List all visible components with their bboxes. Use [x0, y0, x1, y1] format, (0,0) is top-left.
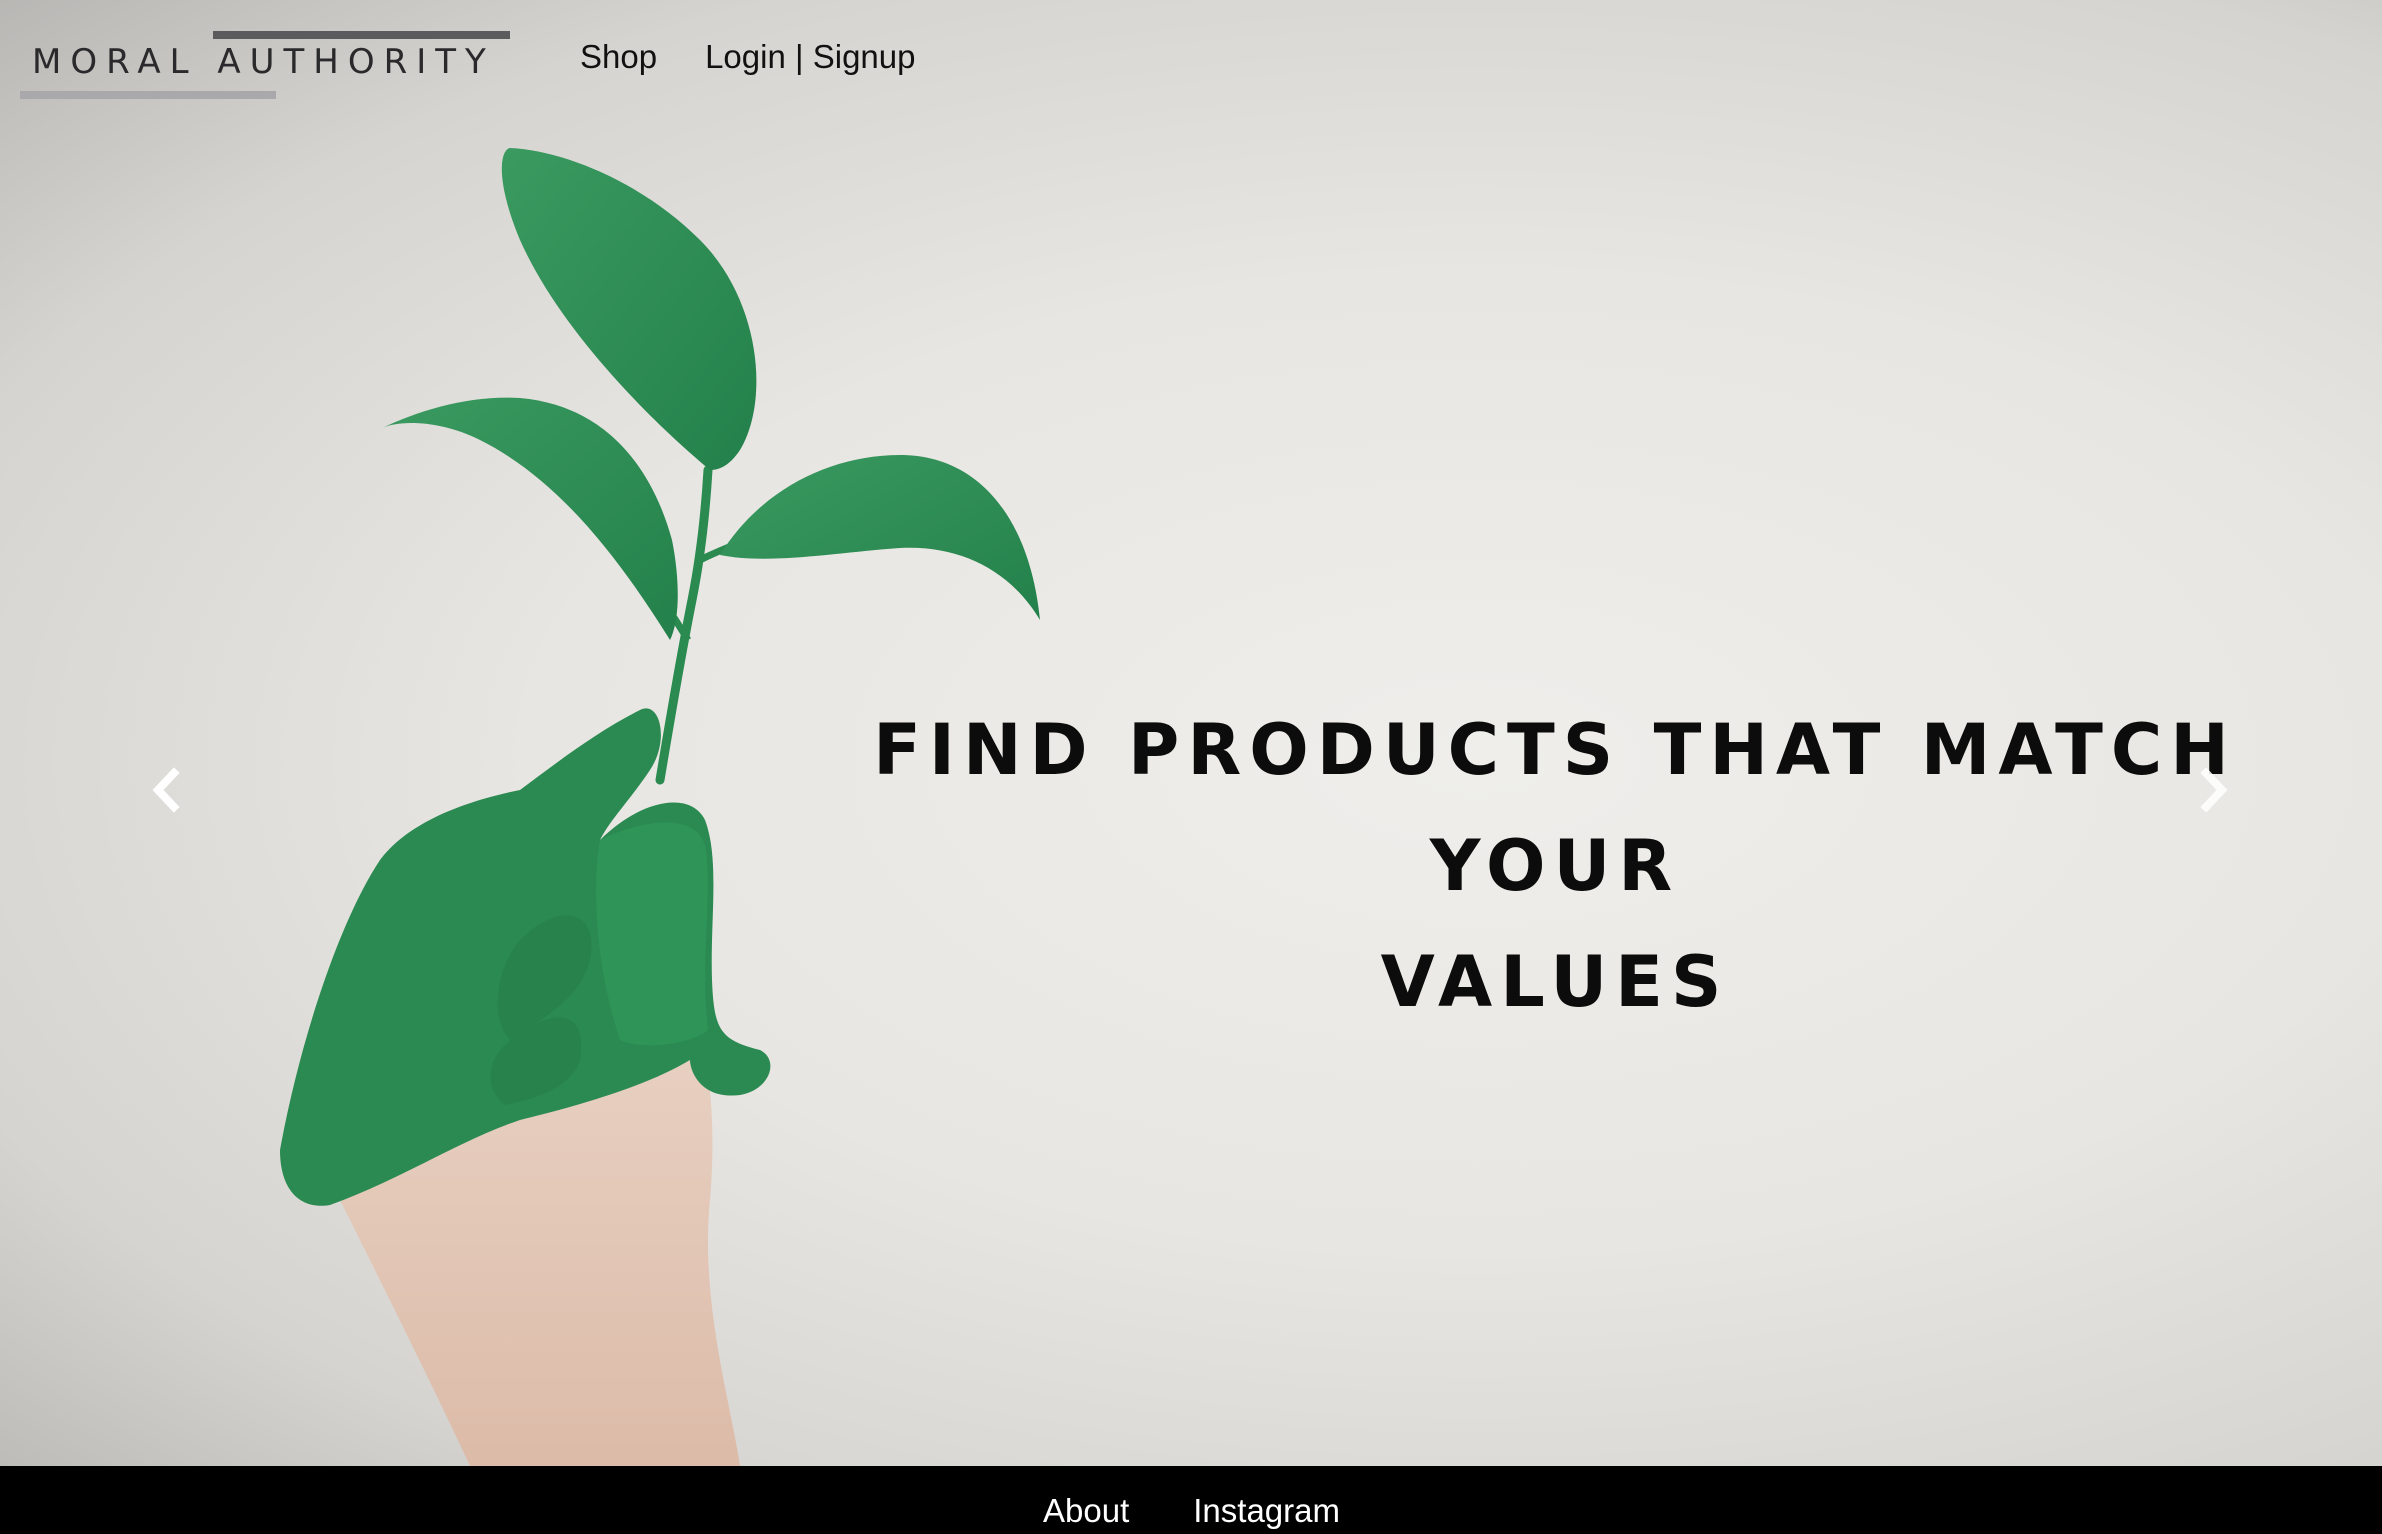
nav-shop-link[interactable]: Shop: [580, 38, 657, 76]
hero-headline: FIND PRODUCTS THAT MATCH YOUR VALUES: [820, 692, 2290, 1040]
carousel-prev-button[interactable]: [146, 765, 186, 815]
logo[interactable]: MORAL AUTHORITY: [20, 28, 512, 104]
hero-headline-line1: FIND PRODUCTS THAT MATCH YOUR: [873, 709, 2237, 907]
chevron-left-icon: [152, 767, 180, 813]
top-nav: Shop Login | Signup: [580, 38, 916, 76]
footer-links: About Instagram: [1043, 1492, 1340, 1530]
nav-login-signup-link[interactable]: Login | Signup: [705, 38, 915, 76]
logo-text: MORAL AUTHORITY: [32, 42, 495, 82]
chevron-right-icon: [2200, 767, 2228, 813]
hero-carousel: MORAL AUTHORITY Shop Login | Signup FIND…: [0, 0, 2382, 1466]
footer: About Instagram: [0, 1466, 2382, 1534]
logo-top-bar: [213, 31, 510, 39]
footer-instagram-link[interactable]: Instagram: [1193, 1492, 1340, 1530]
logo-bottom-bar: [20, 91, 276, 99]
page: MORAL AUTHORITY Shop Login | Signup FIND…: [0, 0, 2382, 1534]
hero-headline-line2: VALUES: [1380, 941, 1730, 1023]
footer-about-link[interactable]: About: [1043, 1492, 1129, 1530]
carousel-next-button[interactable]: [2194, 765, 2234, 815]
